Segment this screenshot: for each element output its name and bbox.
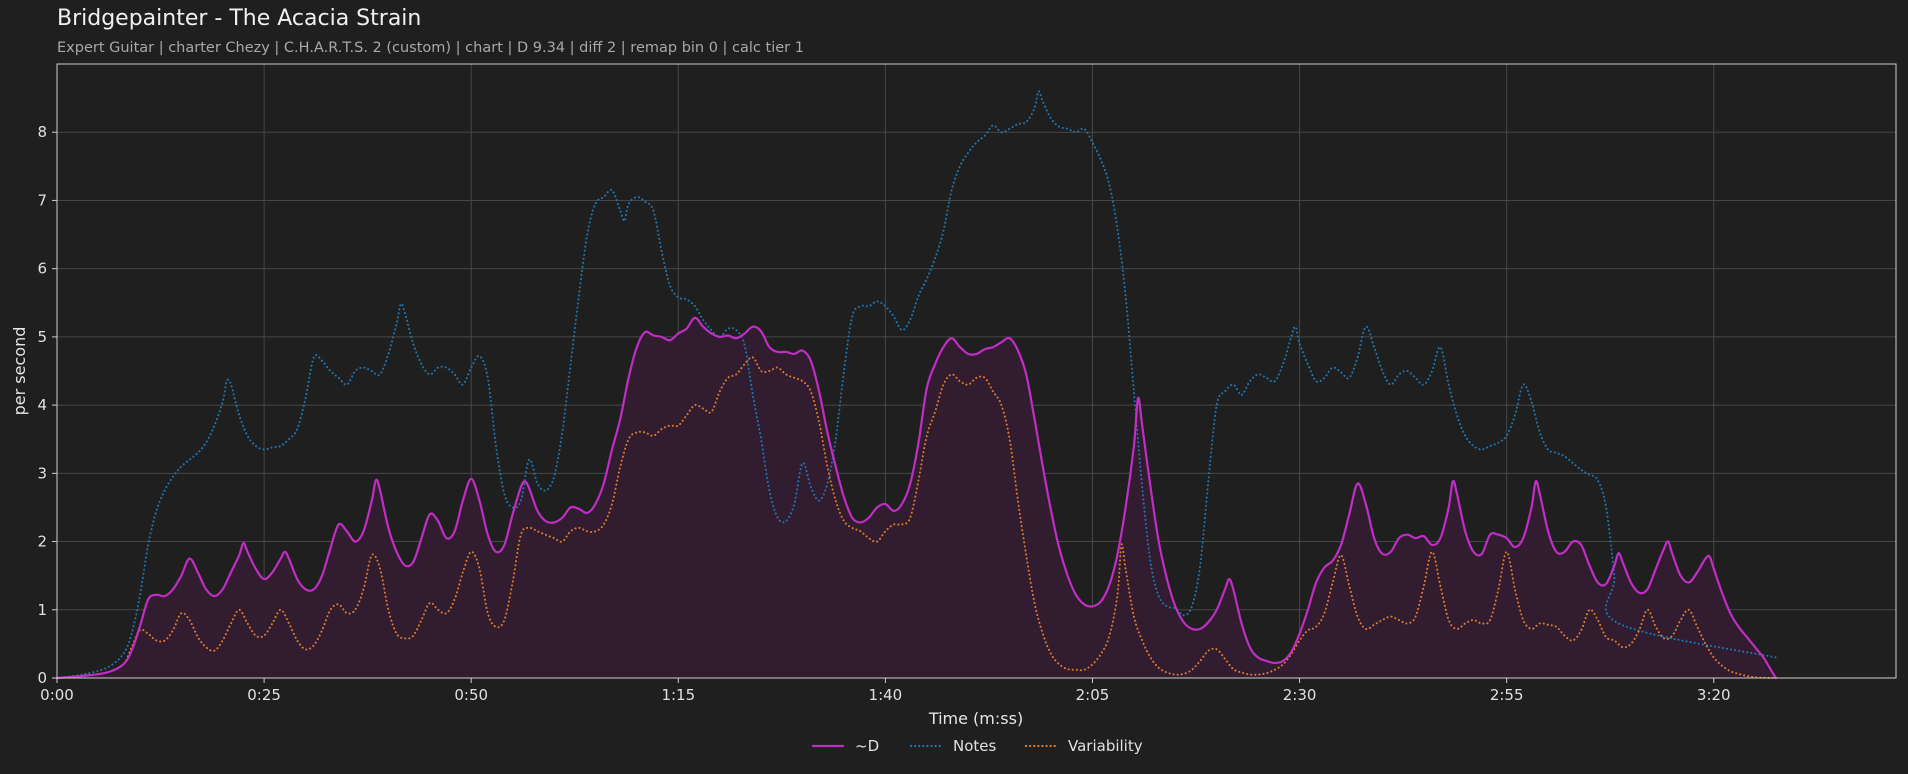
y-tick-label: 3 bbox=[37, 464, 47, 482]
y-tick-label: 5 bbox=[37, 328, 47, 346]
y-tick-label: 6 bbox=[37, 260, 47, 278]
x-tick-label: 2:05 bbox=[1076, 686, 1110, 704]
y-axis-label: per second bbox=[10, 327, 29, 416]
x-axis-label: Time (m:ss) bbox=[928, 709, 1023, 728]
y-tick-label: 7 bbox=[37, 191, 47, 209]
x-tick-label: 0:50 bbox=[454, 686, 488, 704]
legend-label: ~D bbox=[855, 737, 879, 755]
y-tick-label: 4 bbox=[37, 396, 47, 414]
x-tick-label: 3:20 bbox=[1697, 686, 1731, 704]
x-tick-label: 2:55 bbox=[1490, 686, 1524, 704]
x-axis-ticks: 0:00 0:25 0:50 1:15 1:40 2:05 2:30 2:55 3:20 bbox=[40, 678, 1731, 704]
x-tick-label: 1:40 bbox=[869, 686, 903, 704]
y-axis-ticks: 0 1 2 3 4 5 6 7 8 bbox=[37, 123, 57, 687]
y-tick-label: 8 bbox=[37, 123, 47, 141]
x-tick-label: 1:15 bbox=[661, 686, 695, 704]
legend-label: Notes bbox=[953, 737, 997, 755]
x-tick-label: 0:00 bbox=[40, 686, 74, 704]
chart-canvas: 0:00 0:25 0:50 1:15 1:40 2:05 2:30 2:55 3:20 0 1 2… bbox=[10, 63, 1897, 755]
y-tick-label: 2 bbox=[37, 533, 47, 551]
y-tick-label: 0 bbox=[37, 669, 47, 687]
legend-label: Variability bbox=[1068, 737, 1143, 755]
x-tick-label: 2:30 bbox=[1283, 686, 1317, 704]
y-tick-label: 1 bbox=[37, 601, 47, 619]
legend: ~D Notes Variability bbox=[811, 737, 1143, 755]
x-tick-label: 0:25 bbox=[247, 686, 281, 704]
